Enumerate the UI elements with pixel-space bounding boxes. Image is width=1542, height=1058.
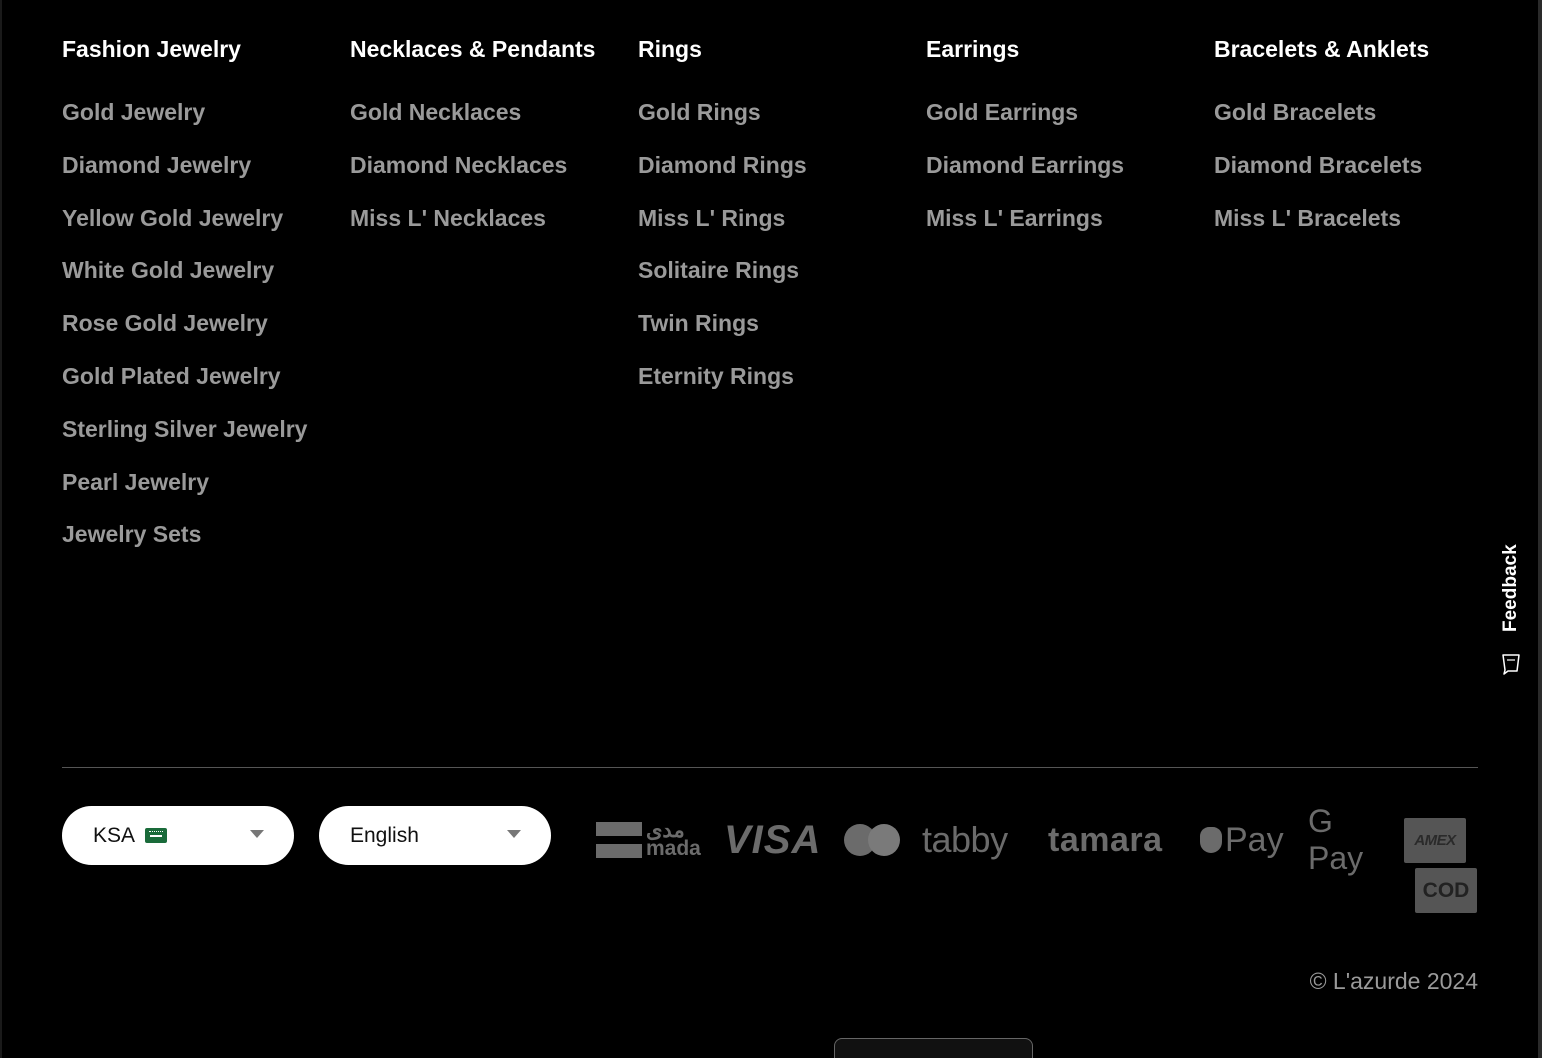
footer-link[interactable]: Jewelry Sets: [62, 521, 201, 547]
column-title: Bracelets & Anklets: [1214, 36, 1430, 62]
footer-link[interactable]: Twin Rings: [638, 310, 759, 336]
list-item: Diamond Earrings: [926, 148, 1214, 201]
list-item: Gold Earrings: [926, 95, 1214, 148]
footer-link-columns: Fashion Jewelry Gold Jewelry Diamond Jew…: [62, 32, 1482, 570]
language-select[interactable]: English: [319, 806, 551, 865]
footer-link[interactable]: Miss L' Bracelets: [1214, 205, 1401, 231]
footer-link[interactable]: Eternity Rings: [638, 363, 794, 389]
footer-link[interactable]: Miss L' Rings: [638, 205, 785, 231]
country-select-value: KSA: [93, 823, 136, 847]
list-item: Sterling Silver Jewelry: [62, 412, 350, 465]
payment-methods: مدى mada VISA tabby tamara Pay G Pay AME…: [596, 803, 1466, 876]
list-item: Diamond Jewelry: [62, 148, 350, 201]
column-links: Gold Necklaces Diamond Necklaces Miss L'…: [350, 95, 638, 253]
footer-link[interactable]: Miss L' Earrings: [926, 205, 1103, 231]
footer-link[interactable]: Gold Necklaces: [350, 99, 521, 125]
footer-link[interactable]: Gold Earrings: [926, 99, 1078, 125]
list-item: Gold Necklaces: [350, 95, 638, 148]
frame-edge-right: [1538, 0, 1542, 1058]
list-item: Twin Rings: [638, 306, 926, 359]
screenshot-tab[interactable]: [834, 1038, 1033, 1058]
column-links: Gold Earrings Diamond Earrings Miss L' E…: [926, 95, 1214, 253]
list-item: Miss L' Necklaces: [350, 201, 638, 254]
feedback-icon: [1502, 654, 1520, 675]
google-pay-logo-icon: G Pay: [1308, 803, 1364, 876]
list-item: Pearl Jewelry: [62, 465, 350, 518]
cod-badge: COD: [1415, 868, 1477, 913]
footer-link[interactable]: Diamond Earrings: [926, 152, 1124, 178]
footer-link[interactable]: Diamond Jewelry: [62, 152, 251, 178]
column-rings: Rings Gold Rings Diamond Rings Miss L' R…: [638, 32, 926, 570]
list-item: Diamond Rings: [638, 148, 926, 201]
column-links: Gold Rings Diamond Rings Miss L' Rings S…: [638, 95, 926, 412]
footer-link[interactable]: Diamond Necklaces: [350, 152, 567, 178]
list-item: Gold Plated Jewelry: [62, 359, 350, 412]
feedback-label: Feedback: [1500, 544, 1521, 632]
footer-link[interactable]: White Gold Jewelry: [62, 257, 274, 283]
country-select[interactable]: KSA: [62, 806, 294, 865]
footer-link[interactable]: Miss L' Necklaces: [350, 205, 546, 231]
list-item: Gold Bracelets: [1214, 95, 1502, 148]
footer-link[interactable]: Gold Jewelry: [62, 99, 205, 125]
apple-pay-label: Pay: [1225, 820, 1284, 859]
footer-link[interactable]: Gold Plated Jewelry: [62, 363, 281, 389]
footer-link[interactable]: Solitaire Rings: [638, 257, 799, 283]
caret-down-icon: [250, 830, 264, 838]
column-title: Rings: [638, 36, 702, 62]
mada-bars: [596, 822, 642, 858]
list-item: Miss L' Earrings: [926, 201, 1214, 254]
frame-edge-left: [0, 0, 2, 1058]
list-item: Rose Gold Jewelry: [62, 306, 350, 359]
list-item: Gold Rings: [638, 95, 926, 148]
feedback-tab[interactable]: Feedback: [1494, 540, 1528, 690]
copyright-text: © L'azurde 2024: [1309, 968, 1478, 994]
list-item: Jewelry Sets: [62, 517, 350, 570]
list-item: Eternity Rings: [638, 359, 926, 412]
footer-link[interactable]: Yellow Gold Jewelry: [62, 205, 283, 231]
column-title: Fashion Jewelry: [62, 36, 241, 62]
tamara-logo-icon: tamara: [1048, 820, 1163, 859]
mada-logo-icon: مدى mada: [596, 812, 706, 868]
column-bracelets-anklets: Bracelets & Anklets Gold Bracelets Diamo…: [1214, 32, 1502, 570]
column-fashion-jewelry: Fashion Jewelry Gold Jewelry Diamond Jew…: [62, 32, 350, 570]
column-links: Gold Jewelry Diamond Jewelry Yellow Gold…: [62, 95, 350, 570]
caret-down-icon: [507, 830, 521, 838]
column-title: Necklaces & Pendants: [350, 36, 596, 62]
apple-pay-logo-icon: Pay: [1200, 812, 1292, 868]
footer-link[interactable]: Sterling Silver Jewelry: [62, 416, 307, 442]
saudi-flag-icon: [145, 828, 168, 843]
language-select-value: English: [350, 823, 419, 847]
amex-logo-icon: AMEX: [1404, 817, 1466, 863]
column-earrings: Earrings Gold Earrings Diamond Earrings …: [926, 32, 1214, 570]
footer-link[interactable]: Diamond Bracelets: [1214, 152, 1422, 178]
list-item: Gold Jewelry: [62, 95, 350, 148]
footer-link[interactable]: Rose Gold Jewelry: [62, 310, 268, 336]
list-item: Miss L' Bracelets: [1214, 201, 1502, 254]
footer-link[interactable]: Diamond Rings: [638, 152, 807, 178]
footer-divider: [62, 767, 1478, 768]
column-title: Earrings: [926, 36, 1020, 62]
column-necklaces-pendants: Necklaces & Pendants Gold Necklaces Diam…: [350, 32, 638, 570]
footer-link[interactable]: Pearl Jewelry: [62, 469, 209, 495]
list-item: Diamond Bracelets: [1214, 148, 1502, 201]
tabby-logo-icon: tabby: [922, 819, 1008, 860]
mada-text: مدى mada: [646, 820, 701, 860]
visa-logo-icon: VISA: [724, 817, 822, 862]
mastercard-icon: [844, 812, 906, 868]
apple-icon: [1200, 827, 1222, 853]
list-item: White Gold Jewelry: [62, 253, 350, 306]
mada-latin-label: mada: [646, 837, 701, 860]
list-item: Diamond Necklaces: [350, 148, 638, 201]
list-item: Yellow Gold Jewelry: [62, 201, 350, 254]
list-item: Miss L' Rings: [638, 201, 926, 254]
list-item: Solitaire Rings: [638, 253, 926, 306]
footer-link[interactable]: Gold Bracelets: [1214, 99, 1376, 125]
footer-link[interactable]: Gold Rings: [638, 99, 761, 125]
column-links: Gold Bracelets Diamond Bracelets Miss L'…: [1214, 95, 1502, 253]
